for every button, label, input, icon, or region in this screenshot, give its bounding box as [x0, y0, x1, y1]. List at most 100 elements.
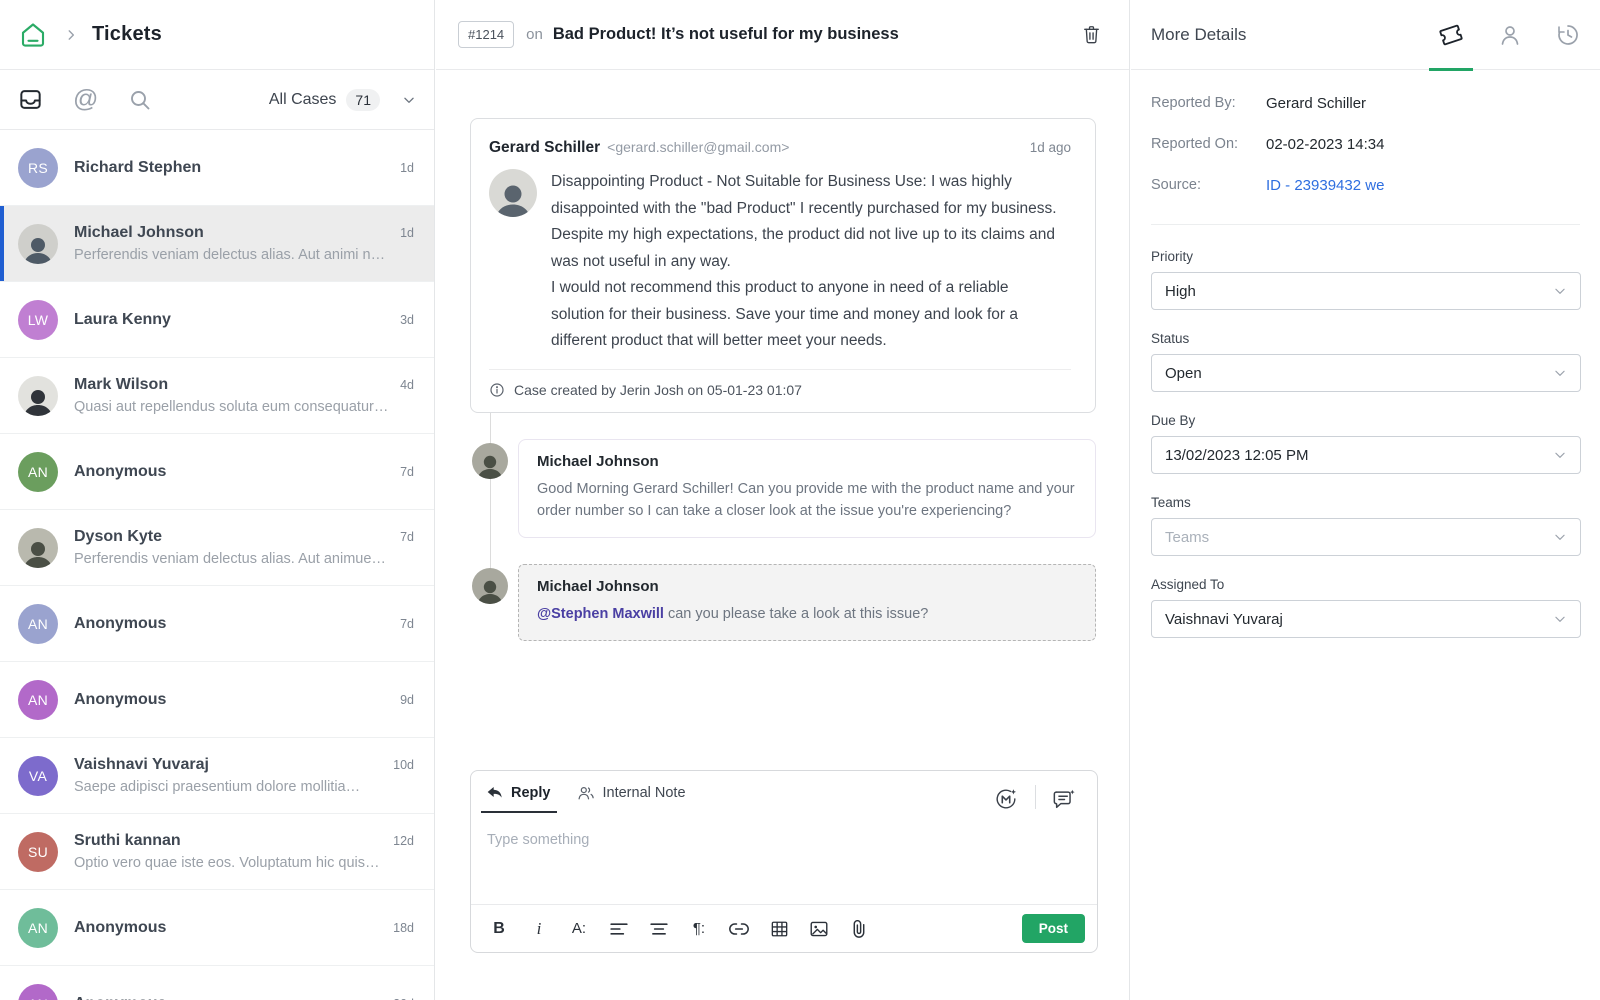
avatar: AN: [18, 984, 58, 1000]
tab-reply[interactable]: Reply: [487, 785, 551, 813]
reply-input[interactable]: Type something: [471, 813, 1097, 904]
avatar: [489, 169, 537, 217]
ticket-preview: Perferendis veniam delectus alias. Aut a…: [74, 551, 392, 567]
contact-name: Vaishnavi Yuvaraj: [74, 756, 385, 774]
post-button[interactable]: Post: [1022, 914, 1085, 943]
case-created-note: Case created by Jerin Josh on 05-01-23 0…: [489, 369, 1071, 412]
link-button[interactable]: [727, 917, 751, 941]
bold-button[interactable]: B: [487, 917, 511, 941]
ticket-list-item[interactable]: AN Anonymous 18d: [0, 890, 434, 966]
contact-name: Richard Stephen: [74, 159, 392, 177]
contact-name: Laura Kenny: [74, 311, 392, 329]
image-button[interactable]: [807, 917, 831, 941]
ticket-list-item[interactable]: LW Laura Kenny 3d: [0, 282, 434, 358]
ticket-header: #1214 on Bad Product! It’s not useful fo…: [436, 0, 1129, 70]
due-by-select[interactable]: 13/02/2023 12:05 PM: [1151, 436, 1581, 474]
paragraph-button[interactable]: ¶:: [687, 917, 711, 941]
ticket-list-item[interactable]: Mark Wilson 4d Quasi aut repellendus sol…: [0, 358, 434, 434]
chevron-down-icon[interactable]: [402, 93, 416, 107]
internal-note: Michael Johnson @Stephen Maxwill can you…: [472, 564, 1096, 641]
reported-by-value: Gerard Schiller: [1266, 95, 1366, 112]
attachment-icon[interactable]: [847, 917, 871, 941]
canned-response-icon[interactable]: [1052, 787, 1077, 811]
note-body: @Stephen Maxwill can you please take a l…: [537, 603, 1077, 625]
avatar: SU: [18, 832, 58, 872]
status-select[interactable]: Open: [1151, 354, 1581, 392]
align-left-button[interactable]: [607, 917, 631, 941]
ticket-list-item[interactable]: AN Anonymous 7d: [0, 434, 434, 510]
ticket-list-item[interactable]: Dyson Kyte 7d Perferendis veniam delectu…: [0, 510, 434, 586]
contact-name: Anonymous: [74, 919, 385, 937]
avatar: AN: [18, 604, 58, 644]
ticket-meta: Reported By: Gerard Schiller Reported On…: [1131, 70, 1600, 224]
people-icon: [577, 785, 595, 801]
delete-ticket-icon[interactable]: [1082, 24, 1101, 45]
inbox-icon[interactable]: [18, 87, 43, 112]
app-window: Tickets @ All Cases 71: [0, 0, 1600, 1000]
ticket-age: 20d: [393, 997, 414, 1000]
home-icon[interactable]: [18, 20, 48, 50]
message-body: Disappointing Product - Not Suitable for…: [551, 169, 1071, 355]
contact-name: Anonymous: [74, 463, 392, 481]
source-link[interactable]: ID - 23939432 we: [1266, 177, 1384, 194]
avatar: [18, 376, 58, 416]
ticket-list-item[interactable]: AN Anonymous 7d: [0, 586, 434, 662]
italic-button[interactable]: i: [527, 917, 551, 941]
tab-contact-details[interactable]: [1498, 0, 1522, 70]
chevron-down-icon: [1553, 366, 1567, 380]
ticket-age: 18d: [393, 921, 414, 935]
contact-name: Anonymous: [74, 691, 392, 709]
reported-on-value: 02-02-2023 14:34: [1266, 136, 1384, 153]
case-filter-label[interactable]: All Cases: [269, 91, 337, 109]
font-style-button[interactable]: A:: [567, 917, 591, 941]
mention-icon[interactable]: @: [73, 87, 98, 112]
ticket-age: 1d: [400, 161, 414, 175]
ticket-list-sidebar: Tickets @ All Cases 71: [0, 0, 435, 1000]
ticket-detail-pane: #1214 on Bad Product! It’s not useful fo…: [436, 0, 1130, 1000]
avatar: AN: [18, 452, 58, 492]
ticket-age: 9d: [400, 693, 414, 707]
ticket-properties-form: Priority High Status Open Due: [1131, 225, 1600, 638]
details-header: More Details: [1131, 0, 1600, 70]
avatar: VA: [18, 756, 58, 796]
message-sender-email: <gerard.schiller@gmail.com>: [607, 139, 789, 155]
details-title: More Details: [1151, 25, 1404, 45]
tab-history[interactable]: [1556, 0, 1580, 70]
ticket-list-item[interactable]: SU Sruthi kannan 12d Optio vero quae ist…: [0, 814, 434, 890]
search-icon[interactable]: [128, 88, 152, 112]
ticket-age: 10d: [393, 758, 414, 772]
chevron-right-icon: [64, 28, 78, 42]
table-button[interactable]: [767, 917, 791, 941]
contact-name: Mark Wilson: [74, 376, 392, 394]
breadcrumb: Tickets: [0, 0, 434, 70]
ticket-list-item-selected[interactable]: Michael Johnson 1d Perferendis veniam de…: [0, 206, 434, 282]
ticket-preview: Optio vero quae iste eos. Voluptatum hic…: [74, 855, 392, 871]
ticket-age: 12d: [393, 834, 414, 848]
align-center-button[interactable]: [647, 917, 671, 941]
chevron-down-icon: [1553, 448, 1567, 462]
avatar: RS: [18, 148, 58, 188]
assigned-to-select[interactable]: Vaishnavi Yuvaraj: [1151, 600, 1581, 638]
page-title: Tickets: [92, 23, 162, 46]
tab-ticket-details[interactable]: [1438, 0, 1464, 70]
chevron-down-icon: [1553, 530, 1567, 544]
avatar: [472, 443, 508, 479]
ticket-list-item[interactable]: RS Richard Stephen 1d: [0, 130, 434, 206]
ai-assistant-icon[interactable]: [993, 786, 1019, 812]
avatar: [18, 224, 58, 264]
tab-internal-note[interactable]: Internal Note: [577, 785, 686, 813]
teams-select[interactable]: Teams: [1151, 518, 1581, 556]
avatar: AN: [18, 680, 58, 720]
ticket-age: 7d: [400, 465, 414, 479]
reply-composer: Reply Internal Note: [470, 770, 1098, 953]
ticket-list-item[interactable]: VA Vaishnavi Yuvaraj 10d Saepe adipisci …: [0, 738, 434, 814]
avatar: LW: [18, 300, 58, 340]
ticket-age: 3d: [400, 313, 414, 327]
chevron-down-icon: [1553, 284, 1567, 298]
priority-select[interactable]: High: [1151, 272, 1581, 310]
ticket-list-item[interactable]: AN Anonymous 20d: [0, 966, 434, 1000]
case-count-badge: 71: [346, 89, 380, 111]
ticket-list-item[interactable]: AN Anonymous 9d: [0, 662, 434, 738]
ticket-subject: Bad Product! It’s not useful for my busi…: [553, 25, 1082, 44]
user-mention[interactable]: @Stephen Maxwill: [537, 606, 664, 622]
